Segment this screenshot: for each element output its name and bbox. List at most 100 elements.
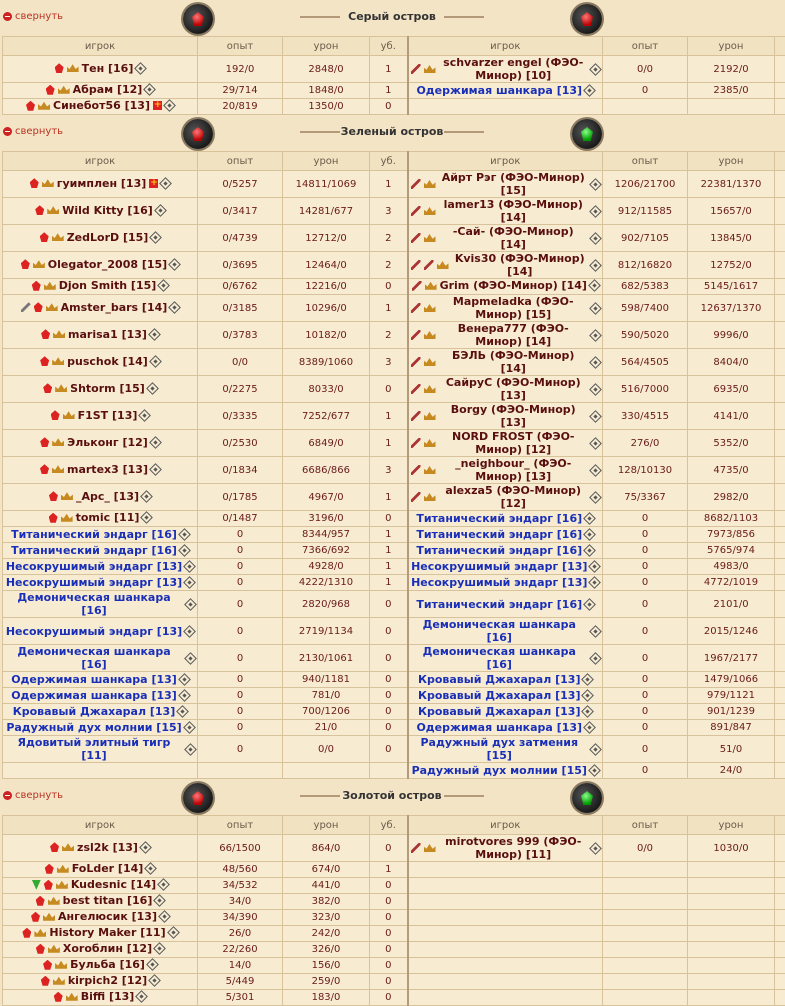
monster-name[interactable]: Несокрушимый эндарг [13] xyxy=(6,625,182,638)
player-name[interactable]: marisa1 [13] xyxy=(68,328,147,341)
monster-name-cell[interactable]: Одержимая шанкара [13] xyxy=(408,83,603,99)
player-name[interactable]: Grim (ФЭО-Минор) [14] xyxy=(440,279,587,292)
player-name-cell[interactable]: mirotvores 999 (ФЭО-Минор) [11] xyxy=(408,835,603,862)
player-name[interactable]: Borgy (ФЭО-Минор) [13] xyxy=(439,403,589,429)
player-name-cell[interactable]: Borgy (ФЭО-Минор) [13] xyxy=(408,403,603,430)
player-name[interactable]: Amster_bars [14] xyxy=(61,301,168,314)
player-entry[interactable]: СайруС (ФЭО-Минор) [13] xyxy=(411,376,601,402)
player-name-cell[interactable]: tomic [11] xyxy=(3,511,198,527)
monster-name[interactable]: Кровавый Джахарал [13] xyxy=(13,705,175,718)
player-entry[interactable]: Kudesnic [14] xyxy=(32,878,168,891)
player-name-cell[interactable]: kirpich2 [12] xyxy=(3,974,198,990)
monster-name[interactable]: Демоническая шанкара [16] xyxy=(5,591,183,617)
player-name-cell[interactable]: Ангелюсик [13] xyxy=(3,910,198,926)
player-entry[interactable]: Демоническая шанкара [16] xyxy=(5,645,195,671)
player-info-icon[interactable] xyxy=(168,301,181,314)
player-name[interactable]: Djon Smith [15] xyxy=(59,279,157,292)
monster-name[interactable]: Одержимая шанкара [13] xyxy=(416,84,582,97)
monster-name-cell[interactable]: Демоническая шанкара [16] xyxy=(3,645,198,672)
player-info-icon[interactable] xyxy=(135,62,148,75)
player-entry[interactable]: БЭЛЬ (ФЭО-Минор) [14] xyxy=(411,349,601,375)
player-entry[interactable]: Одержимая шанкара [13] xyxy=(11,673,189,686)
player-name[interactable]: Венера777 (ФЭО-Минор) [14] xyxy=(439,322,589,348)
player-info-icon[interactable] xyxy=(589,383,602,396)
player-entry[interactable]: Olegator_2008 [15] xyxy=(21,258,179,271)
player-name[interactable]: Тен [16] xyxy=(82,62,134,75)
player-name[interactable]: Kvis30 (ФЭО-Минор) [14] xyxy=(452,252,589,278)
player-info-icon[interactable] xyxy=(176,705,189,718)
monster-name[interactable]: Титанический эндарг [16] xyxy=(416,512,582,525)
monster-name-cell[interactable]: Радужный дух молнии [15] xyxy=(3,720,198,736)
monster-name-cell[interactable]: Одержимая шанкара [13] xyxy=(3,672,198,688)
player-name-cell[interactable]: best titan [16] xyxy=(3,894,198,910)
player-info-icon[interactable] xyxy=(589,410,602,423)
player-entry[interactable]: Эльконг [12] xyxy=(40,436,160,449)
player-entry[interactable]: F1ST [13] xyxy=(51,409,150,422)
player-info-icon[interactable] xyxy=(144,862,157,875)
player-name-cell[interactable]: Эльконг [12] xyxy=(3,430,198,457)
player-name-cell[interactable]: Mapmeladka (ФЭО-Минор) [15] xyxy=(408,295,603,322)
player-entry[interactable]: Титанический эндарг [16] xyxy=(416,598,594,611)
player-name-cell[interactable]: alexza5 (ФЭО-Минор) [12] xyxy=(408,484,603,511)
player-name[interactable]: puschok [14] xyxy=(67,355,148,368)
player-name-cell[interactable]: Kudesnic [14] xyxy=(3,878,198,894)
player-name[interactable]: History Maker [11] xyxy=(49,926,165,939)
player-name-cell[interactable]: Синебот56 [13] xyxy=(3,99,198,115)
player-info-icon[interactable] xyxy=(178,544,191,557)
player-name-cell[interactable]: martex3 [13] xyxy=(3,457,198,484)
player-info-icon[interactable] xyxy=(178,528,191,541)
player-entry[interactable]: Ангелюсик [13] xyxy=(31,910,169,923)
monster-name[interactable]: Одержимая шанкара [13] xyxy=(416,721,582,734)
player-name-cell[interactable]: puschok [14] xyxy=(3,349,198,376)
player-entry[interactable]: Ядовитый элитный тигр [11] xyxy=(5,736,195,762)
player-entry[interactable]: Хоrоблин [12] xyxy=(36,942,164,955)
player-info-icon[interactable] xyxy=(143,83,156,96)
player-name-cell[interactable]: Айрт Рэг (ФЭО-Минор) [15] xyxy=(408,171,603,198)
player-entry[interactable]: History Maker [11] xyxy=(22,926,177,939)
monster-name-cell[interactable]: Титанический эндарг [16] xyxy=(408,591,603,618)
player-info-icon[interactable] xyxy=(139,841,152,854)
player-name-cell[interactable]: marisa1 [13] xyxy=(3,322,198,349)
player-name[interactable]: Айрт Рэг (ФЭО-Минор) [15] xyxy=(439,171,589,197)
player-entry[interactable]: Несокрушимый эндарг [13] xyxy=(6,625,194,638)
player-entry[interactable]: best titan [16] xyxy=(36,894,165,907)
player-entry[interactable]: Biffi [13] xyxy=(54,990,147,1003)
player-info-icon[interactable] xyxy=(589,232,602,245)
player-name[interactable]: schvarzer engel (ФЭО-Минор) [10] xyxy=(439,56,589,82)
player-name-cell[interactable]: lamer13 (ФЭО-Минор) [14] xyxy=(408,198,603,225)
player-entry[interactable]: Демоническая шанкара [16] xyxy=(411,618,601,644)
player-entry[interactable]: alexza5 (ФЭО-Минор) [12] xyxy=(411,484,601,510)
monster-name-cell[interactable]: Несокрушимый эндарг [13] xyxy=(3,559,198,575)
player-info-icon[interactable] xyxy=(149,463,162,476)
player-info-icon[interactable] xyxy=(589,652,602,665)
player-entry[interactable]: Титанический эндарг [16] xyxy=(416,544,594,557)
player-info-icon[interactable] xyxy=(588,279,601,292)
player-info-icon[interactable] xyxy=(148,328,161,341)
monster-name-cell[interactable]: Кровавый Джахарал [13] xyxy=(408,672,603,688)
player-entry[interactable]: Несокрушимый эндарг [13] xyxy=(6,576,194,589)
player-info-icon[interactable] xyxy=(184,598,197,611)
player-info-icon[interactable] xyxy=(149,355,162,368)
player-entry[interactable]: mirotvores 999 (ФЭО-Минор) [11] xyxy=(411,835,601,861)
player-entry[interactable]: tomic [11] xyxy=(49,511,152,524)
player-name-cell[interactable]: F1ST [13] xyxy=(3,403,198,430)
monster-name-cell[interactable]: Кровавый Джахарал [13] xyxy=(408,704,603,720)
player-entry[interactable]: Kvis30 (ФЭО-Минор) [14] xyxy=(411,252,601,278)
player-info-icon[interactable] xyxy=(589,743,602,756)
player-entry[interactable]: marisa1 [13] xyxy=(41,328,159,341)
monster-name-cell[interactable]: Ядовитый элитный тигр [11] xyxy=(3,736,198,763)
player-entry[interactable]: Несокрушимый эндарг [13] xyxy=(411,576,599,589)
player-name-cell[interactable]: NORD FROST (ФЭО-Минор) [12] xyxy=(408,430,603,457)
player-entry[interactable]: Несокрушимый эндарг [13] xyxy=(411,560,599,573)
player-name[interactable]: _Apc_ [13] xyxy=(76,490,139,503)
player-name-cell[interactable]: гуимплен [13] xyxy=(3,171,198,198)
player-entry[interactable]: lamer13 (ФЭО-Минор) [14] xyxy=(411,198,601,224)
player-name-cell[interactable]: _neighbour_ (ФЭО-Минор) [13] xyxy=(408,457,603,484)
monster-name-cell[interactable]: Титанический эндарг [16] xyxy=(408,543,603,559)
monster-name[interactable]: Демоническая шанкара [16] xyxy=(411,618,589,644)
player-entry[interactable]: Айрт Рэг (ФЭО-Минор) [15] xyxy=(411,171,601,197)
player-name-cell[interactable]: Biffi [13] xyxy=(3,990,198,1006)
player-entry[interactable]: martex3 [13] xyxy=(40,463,160,476)
player-info-icon[interactable] xyxy=(589,625,602,638)
monster-name-cell[interactable]: Титанический эндарг [16] xyxy=(408,511,603,527)
